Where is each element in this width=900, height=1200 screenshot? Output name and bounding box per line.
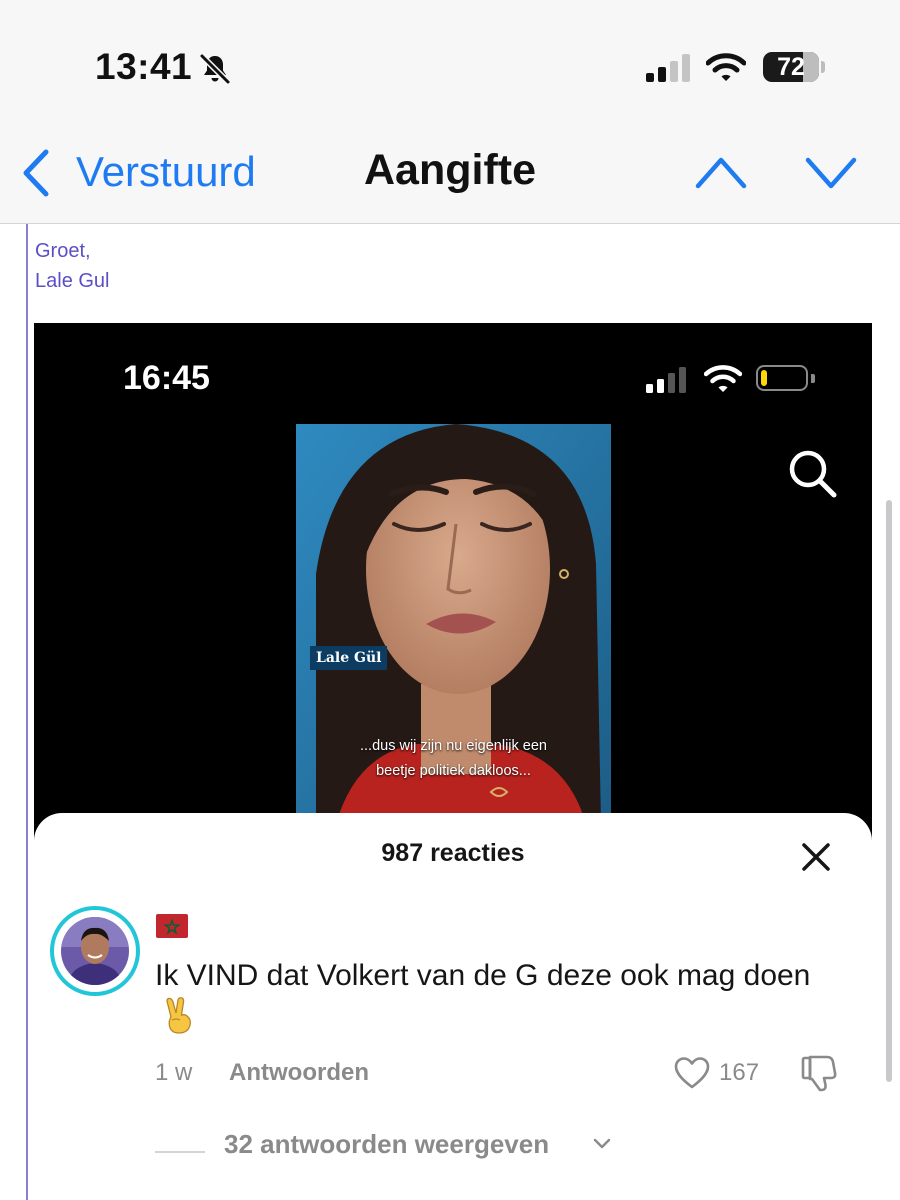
video-caption: ...dus wij zijn nu eigenlijk een beetje … (296, 734, 611, 784)
embedded-battery-nub (811, 374, 815, 383)
reply-button[interactable]: Antwoorden (229, 1059, 369, 1087)
embedded-battery-level (761, 370, 767, 386)
like-count: 167 (719, 1059, 760, 1086)
video-frame[interactable]: Lale Gül ...dus wij zijn nu eigenlijk ee… (296, 424, 611, 824)
battery-percent: 72 (777, 53, 805, 81)
close-icon[interactable] (800, 841, 832, 873)
video-name-tag: Lale Gül (310, 646, 388, 670)
quote-bar (26, 224, 28, 1200)
chevron-up-icon[interactable] (694, 152, 748, 192)
signature-greeting: Groet, (35, 240, 91, 262)
avatar[interactable] (50, 906, 140, 996)
search-icon[interactable] (786, 447, 838, 499)
embedded-cellular-signal-icon (646, 367, 686, 393)
status-time: 13:41 (95, 46, 193, 87)
bell-slash-icon (199, 53, 231, 85)
comment-age: 1 w (155, 1059, 193, 1086)
comments-title: 987 reacties (381, 839, 525, 867)
wifi-icon (706, 53, 746, 81)
heart-icon[interactable] (673, 1056, 711, 1090)
thumbs-down-icon[interactable] (800, 1053, 838, 1093)
video-caption-line-1: ...dus wij zijn nu eigenlijk een (360, 738, 547, 754)
battery-icon: 72 (763, 52, 819, 82)
video-caption-line-2: beetje politiek dakloos... (376, 763, 531, 779)
view-replies-button[interactable]: 32 antwoorden weergeven (224, 1129, 549, 1160)
signature-name: Lale Gul (35, 270, 110, 292)
embedded-screenshot[interactable]: 16:45 Lale Gül ...dus wij zijn nu eigenl… (34, 323, 872, 1200)
embedded-wifi-icon (704, 365, 742, 392)
morocco-flag-icon (156, 914, 188, 938)
scroll-indicator[interactable] (886, 500, 892, 1082)
cellular-signal-icon (646, 54, 690, 82)
nav-title: Aangifte (364, 146, 536, 194)
embedded-battery-icon (756, 365, 808, 391)
chevron-down-icon[interactable] (592, 1137, 612, 1151)
email-signature: Groet, Lale Gul (35, 236, 110, 296)
battery-nub (821, 61, 825, 73)
victory-hand-icon (166, 997, 191, 1034)
comments-sheet: 987 reacties Ik VIND dat Volkert van de … (34, 813, 872, 1200)
replies-divider (155, 1151, 205, 1153)
mail-screen: 13:41 72 Verstuurd Aangifte Groet, Lale … (0, 0, 900, 1200)
embedded-status-time: 16:45 (123, 359, 210, 397)
top-bar: 13:41 72 Verstuurd Aangifte (0, 0, 900, 224)
comment-body: Ik VIND dat Volkert van de G deze ook ma… (155, 959, 811, 992)
avatar-image (61, 917, 129, 985)
comment-text: Ik VIND dat Volkert van de G deze ook ma… (155, 954, 835, 1041)
chevron-down-icon[interactable] (804, 152, 858, 192)
